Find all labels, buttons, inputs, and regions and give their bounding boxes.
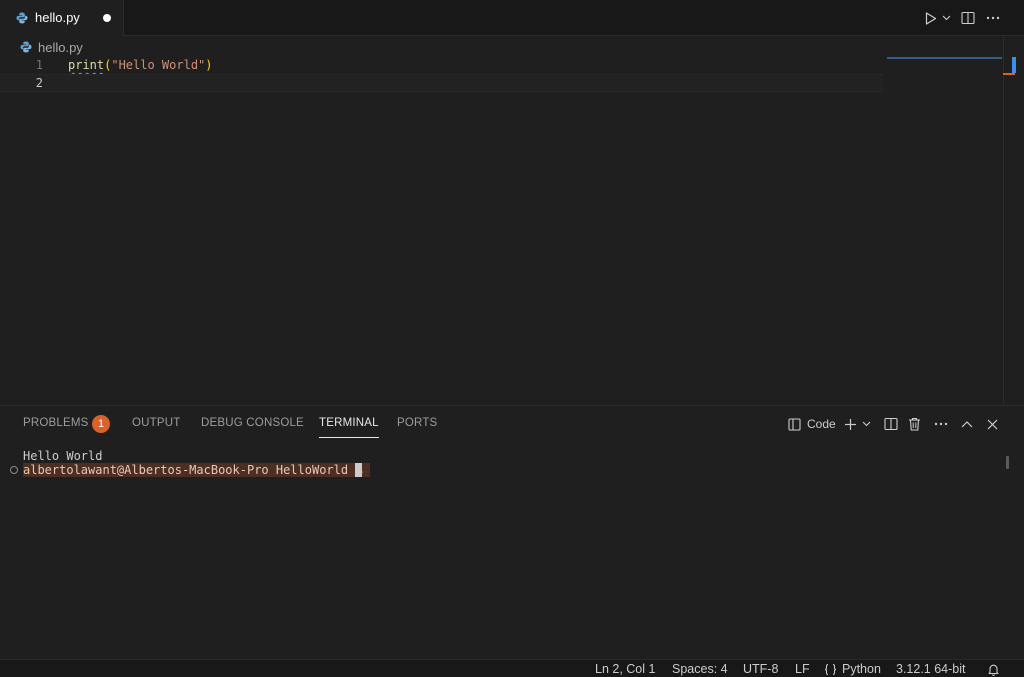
token-function: print	[68, 58, 105, 72]
scrollbar-cursor-marker	[1012, 57, 1016, 73]
tab-debug-console[interactable]: DEBUG CONSOLE	[201, 417, 304, 429]
editor-scrollbar[interactable]	[1003, 36, 1004, 406]
more-actions-icon[interactable]	[984, 9, 1002, 27]
status-cursor-position[interactable]: Ln 2, Col 1	[595, 662, 655, 676]
editor-tab-bar: hello.py	[0, 0, 1024, 36]
python-braces-icon	[824, 663, 837, 675]
terminal-profile-button[interactable]: Code	[788, 415, 836, 433]
token-string: "Hello World"	[111, 58, 206, 72]
breadcrumb-file[interactable]: hello.py	[38, 40, 83, 55]
command-decoration-icon[interactable]	[10, 466, 18, 474]
status-encoding[interactable]: UTF-8	[743, 662, 778, 676]
scrollbar-problem-marker	[1003, 73, 1015, 75]
terminal-scrollbar[interactable]	[1006, 456, 1009, 469]
tab-output[interactable]: OUTPUT	[132, 417, 180, 429]
dropdown-chevron-icon[interactable]	[937, 9, 955, 27]
editor-tab-hello-py[interactable]: hello.py	[0, 0, 124, 36]
code-editor[interactable]: 1 print("Hello World") 2	[0, 56, 1003, 404]
minimap[interactable]	[887, 57, 1002, 59]
problems-count-badge: 1	[92, 415, 110, 433]
python-file-icon	[20, 41, 32, 53]
tab-ports[interactable]: PORTS	[397, 417, 437, 429]
bell-icon[interactable]	[987, 663, 1000, 677]
status-language[interactable]: Python	[824, 662, 881, 676]
code-content[interactable]: print("Hello World")	[68, 56, 213, 74]
add-icon[interactable]	[844, 415, 857, 433]
panel-tab-bar: PROBLEMS 1 OUTPUT DEBUG CONSOLE TERMINAL…	[0, 406, 1024, 442]
tab-label: hello.py	[35, 10, 80, 25]
status-indentation[interactable]: Spaces: 4	[672, 662, 728, 676]
split-terminal-icon[interactable]	[884, 415, 898, 433]
line-number: 2	[35, 76, 43, 90]
maximize-chevron-up-icon[interactable]	[961, 415, 973, 433]
status-bar: Ln 2, Col 1 Spaces: 4 UTF-8 LF Python 3.…	[0, 659, 1024, 677]
code-line-1[interactable]: 1 print("Hello World")	[0, 56, 883, 74]
more-actions-icon[interactable]	[934, 415, 948, 433]
status-language-label: Python	[842, 662, 881, 676]
terminal-profile-icon	[788, 417, 801, 431]
status-eol[interactable]: LF	[795, 662, 810, 676]
token-paren-close: )	[205, 58, 213, 72]
status-interpreter[interactable]: 3.12.1 64-bit	[896, 662, 966, 676]
terminal-prompt[interactable]: albertolawant@Albertos-MacBook-Pro Hello…	[23, 463, 370, 477]
line-number: 1	[35, 58, 43, 72]
close-icon[interactable]	[987, 415, 998, 433]
tab-terminal[interactable]: TERMINAL	[319, 417, 379, 438]
breadcrumb[interactable]: hello.py	[20, 38, 83, 56]
tab-problems[interactable]: PROBLEMS	[23, 417, 89, 429]
dropdown-chevron-icon[interactable]	[862, 415, 871, 433]
terminal-output: Hello World	[23, 449, 103, 463]
unsaved-dot-icon[interactable]	[103, 14, 111, 22]
code-line-2[interactable]: 2	[0, 74, 883, 92]
split-editor-icon[interactable]	[959, 9, 977, 27]
terminal-profile-label: Code	[807, 417, 836, 431]
trash-icon[interactable]	[908, 415, 921, 433]
terminal-cursor	[355, 463, 362, 477]
bottom-panel: PROBLEMS 1 OUTPUT DEBUG CONSOLE TERMINAL…	[0, 405, 1024, 659]
python-file-icon	[16, 12, 28, 24]
